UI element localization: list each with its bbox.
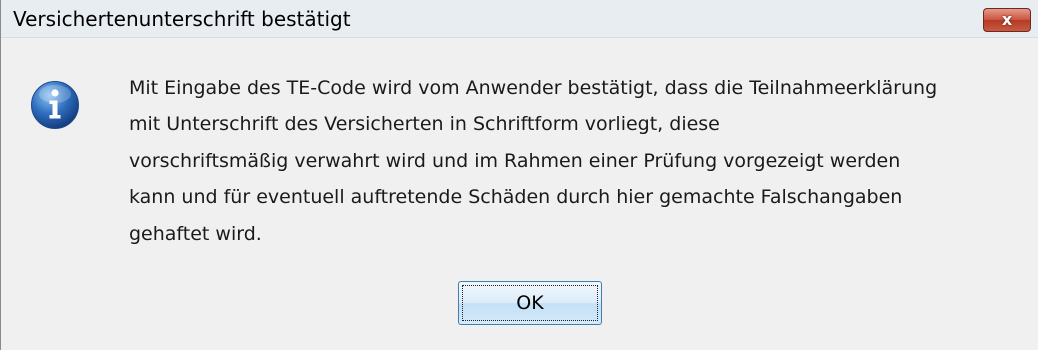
ok-button[interactable]: OK [458, 281, 602, 325]
message-line: Mit Eingabe des TE-Code wird vom Anwende… [129, 77, 938, 99]
close-icon: x [1001, 10, 1013, 29]
dialog-title: Versichertenunterschrift bestätigt [13, 7, 351, 31]
info-icon [31, 81, 79, 129]
close-button[interactable]: x [983, 8, 1031, 32]
message-line: kann und für eventuell auftretende Schäd… [129, 186, 903, 209]
message-line: gehaftet wird. [129, 222, 262, 245]
title-bar[interactable]: Versichertenunterschrift bestätigt x [1, 0, 1038, 38]
message-dialog: Versichertenunterschrift bestätigt x Mit… [0, 0, 1038, 350]
message-text: Mit Eingabe des TE-Code wird vom Anwende… [129, 70, 1034, 252]
message-line: vorschriftsmäßig verwahrt wird und im Ra… [129, 149, 901, 172]
ok-button-label: OK [462, 285, 598, 321]
message-line: mit Unterschrift des Versicherten in Sch… [129, 113, 720, 136]
dialog-content: Mit Eingabe des TE-Code wird vom Anwende… [1, 38, 1038, 350]
